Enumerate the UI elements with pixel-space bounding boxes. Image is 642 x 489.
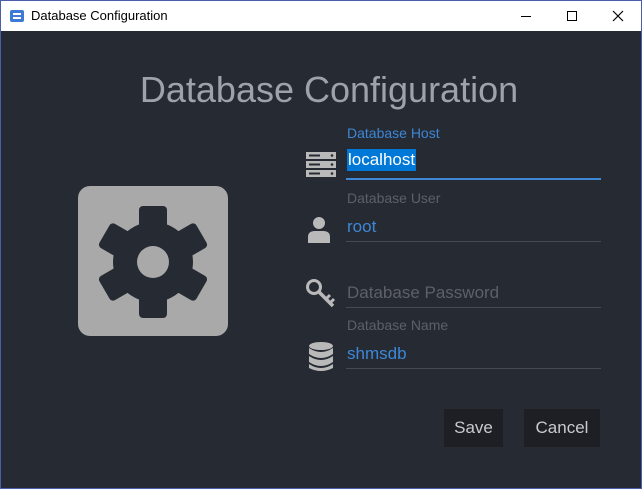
key-icon bbox=[305, 278, 337, 310]
database-icon bbox=[305, 341, 337, 373]
title-bar[interactable]: Database Configuration bbox=[1, 1, 641, 31]
app-icon bbox=[10, 10, 24, 22]
host-selected-text: localhost bbox=[347, 149, 417, 171]
user-label: Database User bbox=[347, 190, 441, 206]
minimize-button[interactable] bbox=[503, 1, 549, 31]
window-title: Database Configuration bbox=[31, 8, 168, 23]
page-title: Database Configuration bbox=[139, 69, 519, 110]
maximize-icon bbox=[567, 11, 577, 21]
close-button[interactable] bbox=[595, 1, 641, 31]
cancel-button[interactable]: Cancel bbox=[524, 409, 600, 447]
minimize-icon bbox=[521, 15, 531, 17]
database-name-input[interactable] bbox=[346, 339, 601, 369]
user-icon bbox=[305, 213, 337, 245]
host-label: Database Host bbox=[347, 125, 440, 141]
settings-illustration bbox=[78, 186, 228, 336]
gear-icon bbox=[98, 206, 208, 318]
server-icon bbox=[305, 150, 337, 182]
user-input[interactable] bbox=[346, 212, 601, 242]
save-button[interactable]: Save bbox=[444, 409, 503, 447]
password-input[interactable] bbox=[346, 278, 601, 308]
database-name-label: Database Name bbox=[347, 317, 449, 333]
app-window: Database Configuration Database Configur… bbox=[0, 0, 642, 489]
close-icon bbox=[612, 10, 624, 22]
maximize-button[interactable] bbox=[549, 1, 595, 31]
